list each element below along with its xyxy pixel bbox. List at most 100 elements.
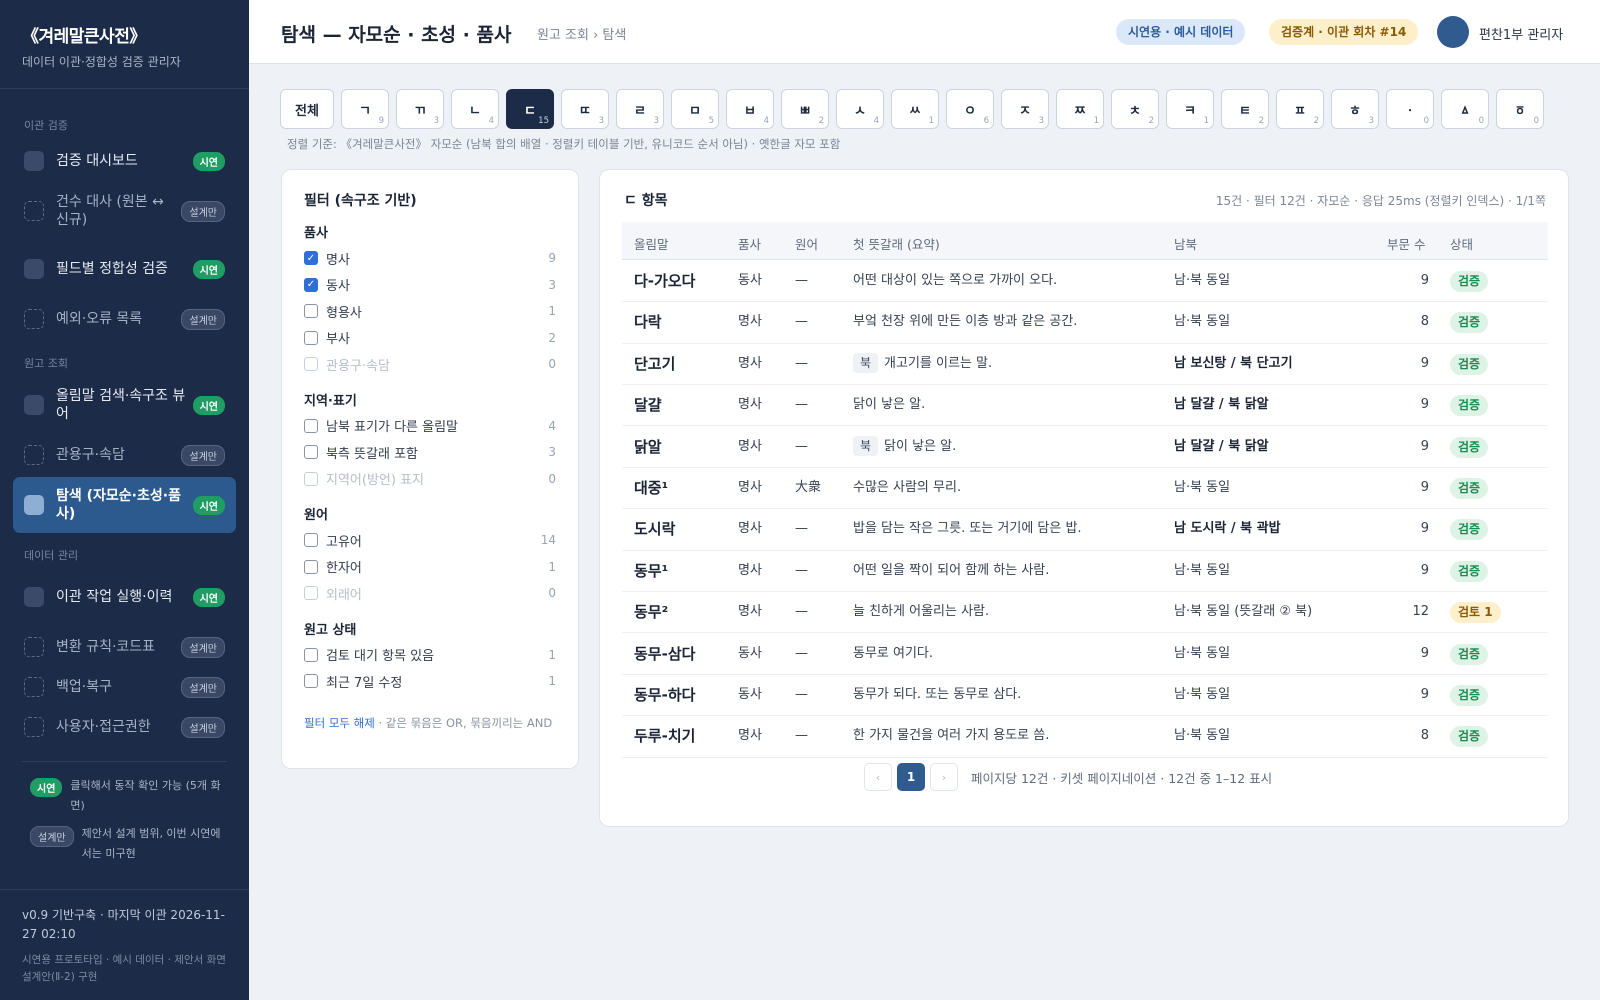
letter-key[interactable]: ㅈ3 bbox=[1001, 89, 1049, 129]
filter-option[interactable]: 형용사 1 bbox=[304, 298, 556, 325]
checkbox-checked[interactable]: ✓ bbox=[304, 251, 318, 266]
word-origin: — bbox=[795, 728, 808, 744]
checkbox[interactable] bbox=[304, 533, 318, 548]
letter-key-label: ㅅ bbox=[854, 103, 866, 119]
letter-key[interactable]: ㅿ0 bbox=[1441, 89, 1489, 129]
filter-option[interactable]: 관용구·속담 0 bbox=[304, 351, 556, 378]
table-row[interactable]: 동무-삼다 동사 — 동무로 여기다. 남·북 동일 9 검증 bbox=[622, 633, 1548, 675]
table-row[interactable]: 다-가오다 동사 — 어떤 대상이 있는 쪽으로 가까이 오다. 남·북 동일 9 검증 bbox=[622, 260, 1548, 303]
table-row[interactable]: 도시락 명사 — 밥을 담는 작은 그릇. 또는 거기에 담은 밥. 남 도시락 / 북… bbox=[622, 508, 1548, 551]
definition-cell: 북 개고기를 이르는 말. bbox=[853, 343, 992, 385]
letter-key[interactable]: ㅉ1 bbox=[1056, 89, 1104, 129]
table-row[interactable]: 달걀 명사 — 닭이 낳은 알. 남 달걀 / 북 닭알 9 검증 bbox=[622, 384, 1548, 427]
column-header[interactable]: 올림말 bbox=[634, 234, 669, 253]
letter-key[interactable]: ㅎ3 bbox=[1331, 89, 1379, 129]
letter-key[interactable]: ㅊ2 bbox=[1111, 89, 1159, 129]
definition-text: 어떤 대상이 있는 쪽으로 가까이 오다. bbox=[853, 273, 1058, 288]
letter-key[interactable]: ㄴ4 bbox=[451, 89, 499, 129]
checkbox[interactable] bbox=[304, 445, 318, 460]
checkbox[interactable] bbox=[304, 559, 318, 574]
avatar[interactable] bbox=[1437, 16, 1469, 48]
letter-key[interactable]: ㅃ2 bbox=[781, 89, 829, 129]
letter-key[interactable]: ㄷ 15 bbox=[506, 89, 554, 129]
letter-key[interactable]: ㄲ3 bbox=[396, 89, 444, 129]
filter-option[interactable]: 한자어 1 bbox=[304, 554, 556, 581]
checkbox[interactable] bbox=[304, 304, 318, 319]
column-header[interactable]: 부문 수 bbox=[1387, 234, 1425, 253]
column-header[interactable]: 첫 뜻갈래 (요약) bbox=[853, 234, 940, 253]
checkbox-checked[interactable]: ✓ bbox=[304, 277, 318, 292]
letter-key[interactable]: ㅍ2 bbox=[1276, 89, 1324, 129]
checkbox[interactable] bbox=[304, 330, 318, 345]
filter-option[interactable]: ✓ 동사 3 bbox=[304, 272, 556, 299]
clear-filters-link[interactable]: 필터 모두 해제 bbox=[304, 716, 375, 730]
filter-option[interactable]: 최근 7일 수정 1 bbox=[304, 668, 556, 695]
filter-option[interactable]: 외래어 0 bbox=[304, 580, 556, 607]
table-row[interactable]: 동무-하다 동사 — 동무가 되다. 또는 동무로 삼다. 남·북 동일 9 검증 bbox=[622, 674, 1548, 717]
user-name[interactable]: 편찬1부 관리자 bbox=[1479, 24, 1563, 43]
table-row[interactable]: 두루-치기 명사 — 한 가지 물건을 여러 가지 용도로 씀. 남·북 동일 8 검증 bbox=[622, 715, 1548, 758]
sidebar-item-dashboard[interactable]: 검증 대시보드 시연 bbox=[13, 141, 236, 181]
placeholder-icon bbox=[24, 309, 44, 329]
filter-option[interactable]: 지역어(방언) 표지 0 bbox=[304, 466, 556, 493]
letter-key[interactable]: ㆆ0 bbox=[1496, 89, 1544, 129]
letter-key[interactable]: ㄸ3 bbox=[561, 89, 609, 129]
sidebar-item-users[interactable]: 사용자·접근권한 설계만 bbox=[13, 707, 236, 747]
checkbox[interactable] bbox=[304, 471, 318, 486]
checkbox[interactable] bbox=[304, 647, 318, 662]
letter-key[interactable]: ㅂ4 bbox=[726, 89, 774, 129]
filter-option[interactable]: 검토 대기 항목 있음 1 bbox=[304, 642, 556, 669]
north-south-form: 남 보신탕 / 북 단고기 bbox=[1174, 355, 1293, 371]
filter-option[interactable]: 고유어 14 bbox=[304, 527, 556, 554]
table-row[interactable]: 다락 명사 — 부엌 천장 위에 만든 이층 방과 같은 공간. 남·북 동일 8 검증 bbox=[622, 301, 1548, 344]
status-badge: 검증 bbox=[1450, 271, 1489, 292]
letter-key[interactable]: ㄹ3 bbox=[616, 89, 664, 129]
sidebar-item-field-check[interactable]: 필드별 정합성 검증 시연 bbox=[13, 241, 236, 297]
sidebar-item-search-viewer[interactable]: 올림말 검색·속구조 뷰어 시연 bbox=[13, 377, 236, 433]
sidebar-item-rules[interactable]: 변환 규칙·코드표 설계만 bbox=[13, 627, 236, 667]
letter-key[interactable]: ㅆ1 bbox=[891, 89, 939, 129]
column-header[interactable]: 품사 bbox=[738, 234, 761, 253]
column-header[interactable]: 원어 bbox=[795, 234, 818, 253]
letter-key-all[interactable]: 전체 bbox=[280, 89, 334, 129]
sidebar-item-exceptions[interactable]: 예외·오류 목록 설계만 bbox=[13, 299, 236, 339]
sidebar-item-count-reconcile[interactable]: 건수 대사 (원본 ↔ 신규) 설계만 bbox=[13, 183, 236, 239]
column-header[interactable]: 상태 bbox=[1450, 234, 1473, 253]
prev-page-button[interactable]: ‹ bbox=[864, 763, 892, 791]
table-row[interactable]: 대중¹ 명사 大衆 수많은 사람의 무리. 남·북 동일 9 검증 bbox=[622, 467, 1548, 510]
filter-option[interactable]: 부사 2 bbox=[304, 325, 556, 352]
table-row[interactable]: 동무¹ 명사 — 어떤 일을 짝이 되어 함께 하는 사람. 남·북 동일 9 검증 bbox=[622, 550, 1548, 592]
letter-key[interactable]: ㄱ9 bbox=[341, 89, 389, 129]
headword: 동무² bbox=[634, 603, 669, 622]
sidebar-item-idioms[interactable]: 관용구·속담 설계만 bbox=[13, 435, 236, 475]
letter-key[interactable]: ㅋ1 bbox=[1166, 89, 1214, 129]
table-row[interactable]: 닭알 명사 — 북 닭이 낳은 알. 남 달걀 / 북 닭알 9 검증 bbox=[622, 426, 1548, 468]
sidebar-item-browse[interactable]: 탐색 (자모순·초성·품사) 시연 bbox=[13, 477, 236, 533]
sidebar-item-backup[interactable]: 백업·복구 설계만 bbox=[13, 667, 236, 707]
version-info: v0.9 기반구축 · 마지막 이관 2026-11-27 02:10 bbox=[22, 908, 225, 941]
letter-key[interactable]: ㅌ2 bbox=[1221, 89, 1269, 129]
letter-key-label: ㄴ bbox=[469, 103, 481, 119]
table-row[interactable]: 동무² 명사 — 늘 친하게 어울리는 사람. 남·북 동일 (뜻갈래 ② 북) 12 검토… bbox=[622, 591, 1548, 634]
table-row[interactable]: 단고기 명사 — 북 개고기를 이르는 말. 남 보신탕 / 북 단고기 9 검증 bbox=[622, 343, 1548, 385]
letter-key[interactable]: ㅅ4 bbox=[836, 89, 884, 129]
filter-option[interactable]: 북측 뜻갈래 포함 3 bbox=[304, 439, 556, 466]
sense-count: 9 bbox=[1420, 273, 1429, 288]
checkbox[interactable] bbox=[304, 418, 318, 433]
checkbox[interactable] bbox=[304, 586, 318, 601]
letter-key-count: 4 bbox=[873, 116, 879, 126]
filter-option-label: 북측 뜻갈래 포함 bbox=[326, 446, 418, 462]
checkbox[interactable] bbox=[304, 674, 318, 689]
filter-option[interactable]: ✓ 명사 9 bbox=[304, 245, 556, 272]
letter-key[interactable]: ㆍ0 bbox=[1386, 89, 1434, 129]
letter-key[interactable]: ㅁ5 bbox=[671, 89, 719, 129]
next-page-button[interactable]: › bbox=[930, 763, 958, 791]
sidebar-item-migration-runs[interactable]: 이관 작업 실행·이력 시연 bbox=[13, 569, 236, 625]
filter-option[interactable]: 남북 표기가 다른 올림말 4 bbox=[304, 413, 556, 440]
column-header[interactable]: 남북 bbox=[1174, 234, 1197, 253]
letter-key[interactable]: ㅇ6 bbox=[946, 89, 994, 129]
filter-option-label: 지역어(방언) 표지 bbox=[326, 473, 424, 489]
checkbox[interactable] bbox=[304, 357, 318, 372]
letter-key-count: 3 bbox=[1368, 116, 1374, 126]
page-button-current[interactable]: 1 bbox=[897, 763, 925, 791]
